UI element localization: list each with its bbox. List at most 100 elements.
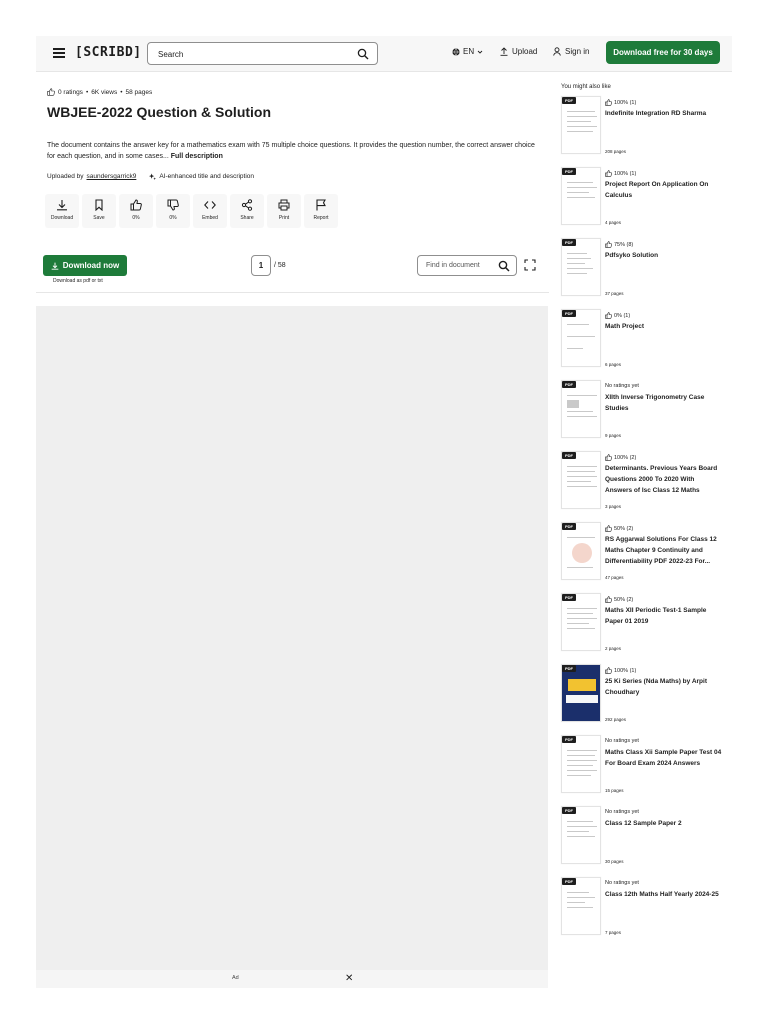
hamburger-menu-icon[interactable] — [53, 48, 65, 58]
related-title[interactable]: Class 12th Maths Half Yearly 2024-25 — [605, 889, 723, 900]
language-selector[interactable]: EN — [452, 47, 483, 56]
document-thumbnail[interactable]: PDF — [561, 238, 601, 296]
document-thumbnail[interactable]: PDF — [561, 380, 601, 438]
related-pages: 6 pages — [605, 362, 622, 367]
document-thumbnail[interactable]: PDF — [561, 96, 601, 154]
thumbs-up-icon — [605, 312, 612, 319]
related-document-item[interactable]: PDF No ratings yet Class 12th Maths Half… — [561, 877, 726, 948]
related-rating-text: 50% (2) — [614, 525, 634, 532]
search-input[interactable] — [158, 47, 348, 61]
save-action-label: Save — [93, 215, 105, 221]
views-count: 6K views — [91, 88, 118, 96]
document-thumbnail[interactable]: PDF — [561, 167, 601, 225]
document-viewer[interactable] — [36, 306, 548, 970]
related-title[interactable]: XIIth Inverse Trigonometry Case Studies — [605, 392, 723, 414]
related-rating: No ratings yet — [605, 809, 639, 815]
document-thumbnail[interactable]: PDF — [561, 522, 601, 580]
document-thumbnail[interactable]: PDF — [561, 877, 601, 935]
pdf-badge: PDF — [562, 523, 576, 530]
current-page-input[interactable]: 1 — [251, 255, 271, 276]
related-rating-text: No ratings yet — [605, 738, 639, 744]
search-icon[interactable] — [498, 260, 510, 272]
related-title[interactable]: Class 12 Sample Paper 2 — [605, 818, 723, 829]
document-thumbnail[interactable]: PDF — [561, 593, 601, 651]
related-title[interactable]: Project Report On Application On Calculu… — [605, 179, 723, 201]
thumbnail-cover-block — [566, 695, 598, 703]
document-title: WBJEE-2022 Question & Solution — [47, 104, 272, 120]
pages-count: 58 pages — [125, 88, 153, 96]
related-rating: 50% (2) — [605, 525, 633, 532]
related-title[interactable]: RS Aggarwal Solutions For Class 12 Maths… — [605, 534, 723, 567]
close-ad-button[interactable]: ✕ — [345, 973, 353, 984]
uploader-link[interactable]: saundersgarrick9 — [87, 173, 137, 180]
related-pages: 37 pages — [605, 291, 624, 296]
sparkle-icon — [149, 173, 157, 180]
related-pages: 47 pages — [605, 575, 624, 580]
search-icon[interactable] — [357, 48, 369, 60]
dislike-action-button[interactable]: 0% — [156, 194, 190, 228]
related-document-item[interactable]: PDF 75% (8) Pdfsyko Solution 37 pages — [561, 238, 726, 309]
related-document-item[interactable]: PDF No ratings yet XIIth Inverse Trigono… — [561, 380, 726, 451]
embed-action-button[interactable]: Embed — [193, 194, 227, 228]
related-document-item[interactable]: PDF 0% (1) Math Project 6 pages — [561, 309, 726, 380]
download-icon — [51, 262, 59, 270]
flag-icon — [316, 199, 326, 211]
thumbs-up-icon — [605, 667, 612, 674]
document-thumbnail[interactable]: PDF — [561, 309, 601, 367]
related-document-item[interactable]: PDF 100% (2) Determinants. Previous Year… — [561, 451, 726, 522]
pdf-badge: PDF — [562, 381, 576, 388]
related-title[interactable]: Maths XII Periodic Test-1 Sample Paper 0… — [605, 605, 723, 627]
report-action-button[interactable]: Report — [304, 194, 338, 228]
related-document-item[interactable]: PDF 50% (2) RS Aggarwal Solutions For Cl… — [561, 522, 726, 593]
related-documents-list: PDF 100% (1) Indefinite Integration RD S… — [561, 96, 726, 948]
like-action-button[interactable]: 0% — [119, 194, 153, 228]
related-rating-text: No ratings yet — [605, 880, 639, 886]
pdf-badge: PDF — [562, 452, 576, 459]
related-title[interactable]: Determinants. Previous Years Board Quest… — [605, 463, 723, 496]
related-title[interactable]: Maths Class Xii Sample Paper Test 04 For… — [605, 747, 723, 769]
save-action-button[interactable]: Save — [82, 194, 116, 228]
user-icon — [553, 47, 561, 56]
embed-icon — [204, 201, 216, 209]
related-document-item[interactable]: PDF 100% (1) Indefinite Integration RD S… — [561, 96, 726, 167]
related-title[interactable]: Pdfsyko Solution — [605, 250, 723, 261]
ad-banner: Ad ✕ — [36, 970, 548, 988]
document-thumbnail[interactable]: PDF — [561, 735, 601, 793]
scribd-logo[interactable]: [SCRIBD] — [75, 45, 142, 60]
related-document-item[interactable]: PDF 100% (1) 25 Ki Series (Nda Maths) by… — [561, 664, 726, 735]
related-rating: No ratings yet — [605, 383, 639, 389]
related-document-item[interactable]: PDF No ratings yet Maths Class Xii Sampl… — [561, 735, 726, 806]
search-box[interactable] — [147, 42, 378, 65]
related-title[interactable]: 25 Ki Series (Nda Maths) by Arpit Choudh… — [605, 676, 723, 698]
related-pages: 4 pages — [605, 220, 622, 225]
related-pages: 30 pages — [605, 859, 624, 864]
download-action-label: Download — [50, 215, 74, 221]
related-title[interactable]: Math Project — [605, 321, 723, 332]
chevron-down-icon — [477, 50, 483, 54]
meta-separator: • — [120, 88, 123, 96]
related-document-item[interactable]: PDF No ratings yet Class 12 Sample Paper… — [561, 806, 726, 877]
find-in-document-box[interactable]: Find in document — [417, 255, 517, 276]
pdf-badge: PDF — [562, 878, 576, 885]
fullscreen-icon[interactable] — [524, 259, 536, 271]
download-now-button[interactable]: Download now — [43, 255, 127, 276]
related-rating: 100% (1) — [605, 667, 636, 674]
upload-link[interactable]: Upload — [500, 47, 537, 56]
sign-in-link[interactable]: Sign in — [553, 47, 589, 56]
download-format-note: Download as pdf or txt — [53, 278, 103, 284]
related-document-item[interactable]: PDF 50% (2) Maths XII Periodic Test-1 Sa… — [561, 593, 726, 664]
share-action-button[interactable]: Share — [230, 194, 264, 228]
ad-label: Ad — [232, 975, 239, 981]
print-action-label: Print — [278, 215, 290, 221]
print-action-button[interactable]: Print — [267, 194, 301, 228]
full-description-link[interactable]: Full description — [171, 153, 223, 160]
total-pages: / 58 — [274, 262, 286, 269]
share-icon — [241, 199, 253, 211]
download-free-trial-button[interactable]: Download free for 30 days — [606, 41, 720, 64]
download-action-button[interactable]: Download — [45, 194, 79, 228]
related-title[interactable]: Indefinite Integration RD Sharma — [605, 108, 723, 119]
document-thumbnail[interactable]: PDF — [561, 451, 601, 509]
document-thumbnail[interactable]: PDF — [561, 664, 601, 722]
document-thumbnail[interactable]: PDF — [561, 806, 601, 864]
related-document-item[interactable]: PDF 100% (1) Project Report On Applicati… — [561, 167, 726, 238]
